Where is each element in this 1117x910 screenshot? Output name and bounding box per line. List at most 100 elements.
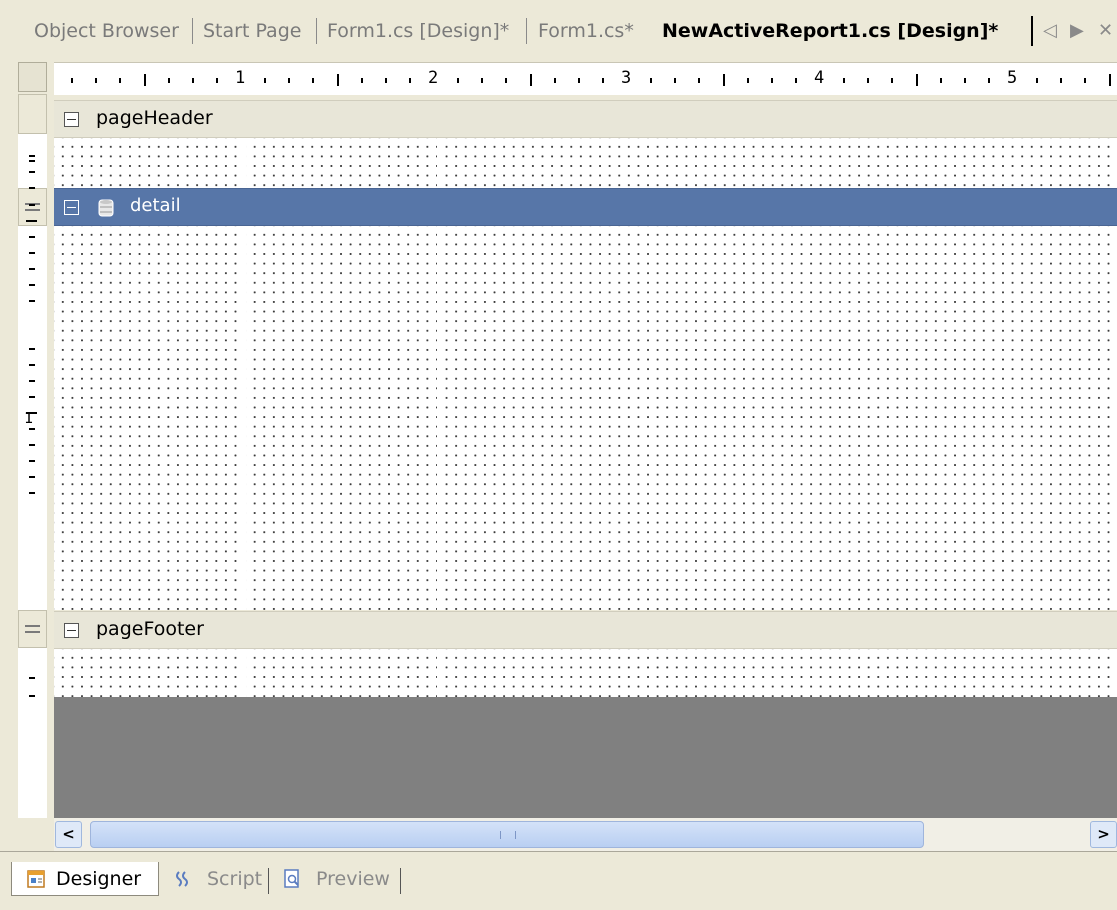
ruler-number: 2 xyxy=(428,68,439,88)
empty-canvas-area xyxy=(54,697,1117,818)
tab-script[interactable]: Script xyxy=(171,862,262,896)
tab-divider xyxy=(400,868,401,894)
page-header-design-area[interactable] xyxy=(54,138,1117,188)
scroll-left-button[interactable]: < xyxy=(55,821,82,848)
grid-divider xyxy=(1016,649,1018,697)
ruler-tick xyxy=(360,77,363,83)
page-footer-section-bar[interactable]: pageFooter xyxy=(54,611,1117,649)
grid-divider xyxy=(630,138,632,188)
scroll-thumb[interactable] xyxy=(90,821,924,848)
detail-label: detail xyxy=(130,195,181,216)
tab-preview[interactable]: Preview xyxy=(280,862,390,896)
grid-divider xyxy=(1016,138,1018,188)
ruler-tick xyxy=(29,160,35,162)
page-footer-design-area[interactable] xyxy=(54,649,1117,697)
grid-divider xyxy=(823,649,825,697)
grid-divider xyxy=(823,138,825,188)
ruler-tick xyxy=(167,77,170,83)
ruler-tick xyxy=(336,74,339,86)
ruler-tick xyxy=(29,171,35,173)
ruler-tick xyxy=(29,252,35,254)
ruler-tick xyxy=(457,77,460,83)
tab-newactivereport1-design[interactable]: NewActiveReport1.cs [Design]* xyxy=(662,16,998,46)
ruler-tick xyxy=(312,77,315,83)
collapse-icon[interactable] xyxy=(64,112,79,127)
grid-divider xyxy=(54,419,1117,421)
ruler-tick xyxy=(29,476,35,478)
scroll-right-button[interactable]: > xyxy=(1090,821,1117,848)
ruler-tick xyxy=(29,428,35,430)
ruler-tick xyxy=(1060,77,1063,83)
ruler-tick xyxy=(650,77,653,83)
grid-divider xyxy=(244,138,246,188)
ruler-tick xyxy=(915,74,918,86)
ruler-number: 1 xyxy=(235,68,246,88)
grid-divider xyxy=(244,226,246,610)
grid-divider xyxy=(437,226,439,610)
ruler-tick xyxy=(1108,74,1111,86)
ruler-tick xyxy=(843,77,846,83)
report-designer-window: Object Browser Start Page Form1.cs [Desi… xyxy=(0,0,1117,910)
tab-scroll-right-icon[interactable]: ▶ xyxy=(1070,16,1084,46)
ruler-tick xyxy=(29,300,35,302)
script-tab-label: Script xyxy=(207,868,263,890)
tab-scroll-left-icon[interactable]: ◁ xyxy=(1043,16,1057,46)
ruler-tick xyxy=(29,284,35,286)
tab-divider xyxy=(1031,16,1033,46)
tab-form1-design[interactable]: Form1.cs [Design]* xyxy=(327,16,509,46)
page-header-ruler-handle[interactable] xyxy=(18,94,47,134)
ruler-tick xyxy=(29,236,35,238)
grid-divider xyxy=(630,226,632,610)
ruler-tick xyxy=(95,77,98,83)
preview-icon xyxy=(284,869,299,888)
detail-design-area[interactable] xyxy=(54,226,1117,610)
tab-designer[interactable]: Designer xyxy=(11,862,159,896)
page-header-section-bar[interactable]: pageHeader xyxy=(54,100,1117,138)
scroll-grip-icon xyxy=(500,831,516,839)
view-tab-strip: Designer Script Preview xyxy=(0,851,1117,910)
horizontal-ruler: 1 2 3 4 5 xyxy=(54,62,1117,95)
page-footer-ruler-handle[interactable] xyxy=(18,610,47,648)
ruler-tick xyxy=(29,695,35,697)
tab-divider xyxy=(192,18,193,44)
ruler-tick xyxy=(29,155,35,157)
ruler-number: 5 xyxy=(1007,68,1018,88)
collapse-icon[interactable] xyxy=(64,623,79,638)
ruler-number: 4 xyxy=(814,68,825,88)
grid-divider xyxy=(437,649,439,697)
horizontal-scrollbar[interactable]: < > xyxy=(54,818,1117,851)
ruler-tick xyxy=(29,460,35,462)
ruler-tick xyxy=(143,74,146,86)
ruler-tick xyxy=(29,364,35,366)
tab-object-browser[interactable]: Object Browser xyxy=(34,16,179,46)
ruler-tick xyxy=(29,204,35,206)
collapse-icon[interactable] xyxy=(64,200,79,215)
ruler-tick xyxy=(408,77,411,83)
ruler-tick xyxy=(384,77,387,83)
ruler-tick xyxy=(601,77,604,83)
ruler-tick xyxy=(29,396,35,398)
ruler-tick xyxy=(505,77,508,83)
ruler-tick xyxy=(29,492,35,494)
ruler-tick xyxy=(746,77,749,83)
ruler-tick xyxy=(1084,77,1087,83)
grid-divider xyxy=(823,226,825,610)
tab-start-page[interactable]: Start Page xyxy=(203,16,301,46)
detail-section-bar[interactable]: detail xyxy=(54,188,1117,226)
ruler-tick xyxy=(481,77,484,83)
close-tab-icon[interactable]: ✕ xyxy=(1098,16,1113,46)
designer-tab-label: Designer xyxy=(56,868,142,890)
tab-form1-code[interactable]: Form1.cs* xyxy=(538,16,634,46)
ruler-tick xyxy=(191,77,194,83)
grid-divider xyxy=(244,649,246,697)
ruler-tick xyxy=(29,268,35,270)
ruler-tick xyxy=(119,77,122,83)
ruler-tick xyxy=(29,187,35,189)
ruler-tick xyxy=(29,348,35,350)
page-header-label: pageHeader xyxy=(96,107,213,129)
ruler-tick xyxy=(29,380,35,382)
ruler-tick xyxy=(26,412,37,414)
ruler-tick xyxy=(867,77,870,83)
ruler-tick xyxy=(674,77,677,83)
script-icon xyxy=(176,871,188,887)
